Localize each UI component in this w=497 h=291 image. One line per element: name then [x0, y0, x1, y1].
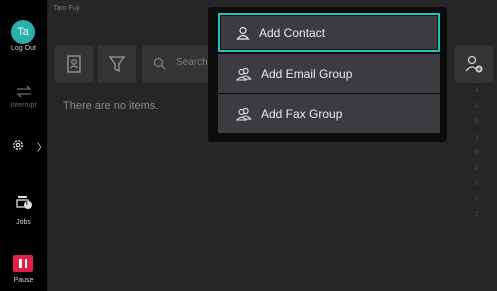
address-book-button[interactable]	[55, 45, 93, 83]
index-letter[interactable]: V	[470, 193, 484, 209]
add-menu-dropdown: Add Contact Add Email Group Add Fax Grou…	[208, 7, 447, 142]
alphabet-index[interactable]: A D G J M P S V Z	[470, 84, 484, 224]
jobs-label[interactable]: Jobs	[0, 219, 47, 226]
pause-icon	[19, 259, 22, 268]
add-button[interactable]	[455, 45, 493, 83]
group-icon	[236, 107, 252, 121]
settings-chevron-icon: 〉	[37, 143, 47, 154]
add-fax-group-item[interactable]: Add Fax Group	[218, 94, 440, 133]
index-letter[interactable]: S	[470, 177, 484, 193]
add-contact-item[interactable]: Add Contact	[218, 13, 440, 52]
logout-label[interactable]: Log Out	[0, 45, 47, 52]
index-letter[interactable]: P	[470, 162, 484, 178]
pause-button[interactable]	[13, 255, 33, 272]
index-letter[interactable]: J	[470, 131, 484, 147]
pause-label[interactable]: Pause	[0, 277, 47, 284]
menu-item-label: Add Email Group	[261, 66, 353, 81]
jobs-icon[interactable]	[0, 194, 47, 215]
user-name: Taro Fuji	[53, 5, 80, 12]
address-book-icon	[67, 55, 81, 73]
group-icon	[236, 67, 252, 81]
menu-item-label: Add Contact	[259, 25, 326, 40]
index-letter[interactable]: G	[470, 115, 484, 131]
index-letter[interactable]: M	[470, 146, 484, 162]
search-icon	[153, 57, 166, 70]
menu-item-label: Add Fax Group	[261, 106, 343, 121]
person-icon	[236, 26, 250, 40]
filter-icon	[108, 56, 126, 73]
add-email-group-item[interactable]: Add Email Group	[218, 54, 440, 93]
empty-list-message: There are no items.	[63, 100, 159, 112]
index-letter[interactable]: Z	[470, 208, 484, 224]
user-avatar[interactable]: Ta	[11, 20, 35, 44]
interrupt-icon[interactable]	[0, 84, 47, 102]
left-rail: Ta Log Out Interrupt 〉 i Jobs Pause	[0, 0, 47, 291]
gear-icon	[12, 140, 23, 150]
interrupt-label[interactable]: Interrupt	[0, 102, 47, 109]
index-letter[interactable]: A	[470, 84, 484, 100]
search-placeholder: Search	[176, 57, 208, 68]
add-contact-icon	[465, 55, 483, 73]
jobs-badge: i	[26, 201, 28, 207]
filter-button[interactable]	[98, 45, 136, 83]
index-letter[interactable]: D	[470, 100, 484, 116]
